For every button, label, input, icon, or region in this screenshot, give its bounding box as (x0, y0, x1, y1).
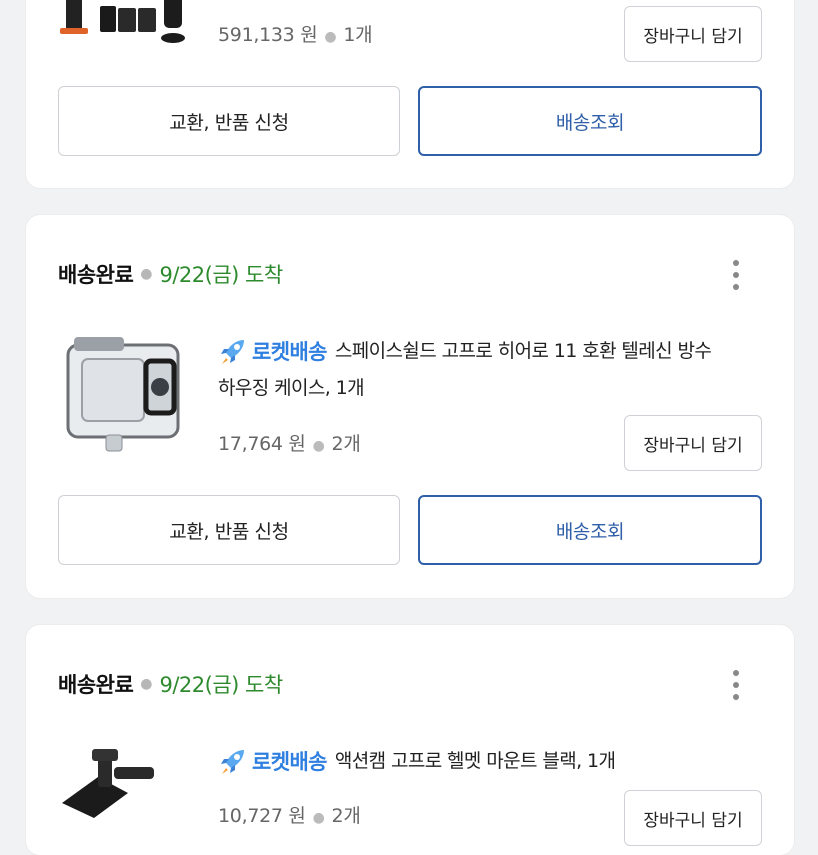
product-title[interactable]: 로켓배송 액션캠 고프로 헬멧 마운트 블랙, 1개 (218, 743, 754, 780)
add-to-cart-button[interactable]: 장바구니 담기 (624, 6, 762, 62)
arrival-date: 9/22(금) 도착 (159, 673, 284, 697)
add-to-cart-button[interactable]: 장바구니 담기 (624, 415, 762, 471)
delivery-status: 배송완료 (58, 263, 134, 287)
helmet-mount-image (62, 749, 154, 818)
rocket-icon (221, 339, 244, 364)
delivery-status-row: 배송완료 ● 9/22(금) 도착 (58, 669, 283, 699)
order-card-3: 배송완료 ● 9/22(금) 도착 로켓배송 액션캠 고프로 헬멧 마운트 블랙… (26, 625, 794, 855)
return-exchange-button[interactable]: 교환, 반품 신청 (58, 495, 400, 565)
order-card-2: 배송완료 ● 9/22(금) 도착 로켓배송 스페이스쉴드 고프로 히어로 11… (26, 215, 794, 598)
camera-bundle-image (60, 0, 185, 43)
return-exchange-button[interactable]: 교환, 반품 신청 (58, 86, 400, 156)
rocket-delivery-label: 로켓배송 (252, 339, 327, 364)
price-row: 17,764 원 ● 2개 (218, 429, 361, 456)
price: 591,133 원 (218, 24, 318, 46)
rocket-icon (221, 749, 244, 774)
quantity: 2개 (331, 433, 361, 455)
order-actions: 교환, 반품 신청 배송조회 (58, 86, 762, 156)
track-delivery-button[interactable]: 배송조회 (418, 495, 762, 565)
arrival-date: 9/22(금) 도착 (159, 263, 284, 287)
product-image-waterproof-housing[interactable] (58, 327, 188, 457)
separator-dot: ● (140, 266, 153, 282)
product-image-helmet-mount[interactable] (58, 743, 188, 818)
delivery-status: 배송완료 (58, 673, 134, 697)
more-vertical-icon[interactable] (724, 257, 748, 293)
track-delivery-button[interactable]: 배송조회 (418, 86, 762, 156)
waterproof-housing-image (66, 337, 180, 452)
product-title-line1: 스페이스쉴드 고프로 히어로 11 호환 텔레신 방수 (334, 340, 712, 362)
order-card-1: 591,133 원 ● 1개 장바구니 담기 교환, 반품 신청 배송조회 (26, 0, 794, 188)
price: 10,727 원 (218, 805, 306, 827)
rocket-delivery-label: 로켓배송 (252, 749, 327, 774)
add-to-cart-button[interactable]: 장바구니 담기 (624, 790, 762, 846)
product-title-line2[interactable]: 하우징 케이스, 1개 (218, 370, 754, 406)
more-vertical-icon[interactable] (724, 667, 748, 703)
rocket-delivery-badge: 로켓배송 (218, 744, 327, 780)
separator-dot: ● (140, 676, 153, 692)
quantity: 2개 (331, 805, 361, 827)
product-title-line1: 액션캠 고프로 헬멧 마운트 블랙, 1개 (334, 750, 616, 772)
separator-dot: ● (312, 810, 325, 826)
price-row: 591,133 원 ● 1개 (218, 20, 373, 47)
separator-dot: ● (324, 29, 337, 45)
product-title[interactable]: 로켓배송 스페이스쉴드 고프로 히어로 11 호환 텔레신 방수 (218, 333, 754, 370)
separator-dot: ● (312, 438, 325, 454)
delivery-status-row: 배송완료 ● 9/22(금) 도착 (58, 259, 283, 289)
quantity: 1개 (343, 24, 373, 46)
order-actions: 교환, 반품 신청 배송조회 (58, 495, 762, 565)
rocket-delivery-badge: 로켓배송 (218, 334, 327, 370)
price-row: 10,727 원 ● 2개 (218, 801, 361, 828)
price: 17,764 원 (218, 433, 306, 455)
product-image-action-camera-bundle[interactable] (58, 0, 188, 45)
